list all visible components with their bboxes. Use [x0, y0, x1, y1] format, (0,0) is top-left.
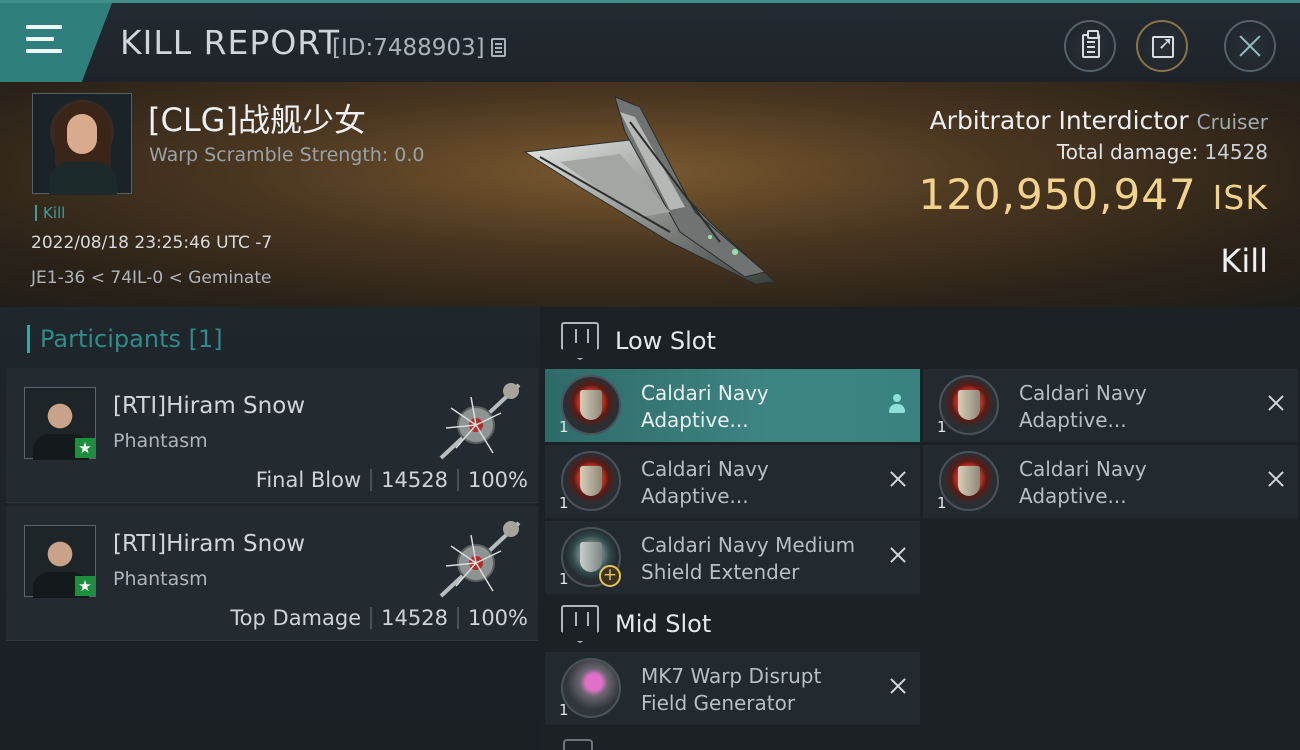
participant-percent: 100%	[467, 606, 528, 630]
star-icon: ★	[75, 438, 95, 458]
shield-hardener-icon	[561, 451, 621, 511]
module-item[interactable]: + 1 Caldari Navy Medium Shield Extender	[545, 521, 920, 594]
participant-name[interactable]: [RTI]Hiram Snow	[113, 531, 305, 557]
close-icon	[1226, 22, 1274, 70]
result-label: Kill	[1220, 242, 1268, 280]
warp-scramble-strength: Warp Scramble Strength: 0.0	[149, 144, 425, 166]
module-item[interactable]: 1 Caldari Navy Adaptive...	[545, 445, 920, 518]
participant-stats: Top Damage 14528 100%	[230, 606, 528, 630]
participant-ship: Phantasm	[113, 568, 208, 590]
destroyed-x-icon	[1266, 469, 1286, 489]
module-quantity: 1	[559, 701, 569, 719]
total-damage: Total damage: 14528	[1057, 140, 1268, 164]
participant-row[interactable]: ★ [RTI]Hiram Snow Phantasm Final Blow 14…	[6, 368, 538, 503]
destroyed-x-icon	[888, 469, 908, 489]
module-quantity: 1	[559, 570, 569, 588]
clipboard-button[interactable]	[1064, 20, 1116, 72]
module-item[interactable]: 1 Caldari Navy Adaptive...	[545, 369, 920, 442]
victim-name[interactable]: [CLG]战舰少女	[148, 95, 366, 141]
module-name: MK7 Warp Disrupt Field Generator	[641, 664, 822, 715]
fitting-panel: Low Slot 1 Caldari Navy Adaptive... 1 Cal…	[543, 307, 1300, 750]
participant-avatar[interactable]: ★	[24, 387, 96, 460]
module-item[interactable]: 1 Caldari Navy Adaptive...	[923, 445, 1298, 518]
module-item[interactable]: 1 MK7 Warp Disrupt Field Generator	[545, 652, 920, 725]
low-slot-icon	[561, 322, 599, 360]
destroyed-x-icon	[888, 676, 908, 696]
share-icon	[1152, 33, 1174, 58]
participant-avatar[interactable]: ★	[24, 525, 96, 598]
victim-ship-name[interactable]: Arbitrator Interdictor Cruiser	[930, 106, 1268, 135]
ship-class: Cruiser	[1196, 110, 1268, 134]
kill-location[interactable]: JE1-36 < 74IL-0 < Geminate	[31, 268, 271, 288]
participant-percent: 100%	[467, 468, 528, 492]
page-title: KILL REPORT	[120, 23, 340, 62]
participant-damage: 14528	[381, 468, 448, 492]
module-name: Caldari Navy Adaptive...	[1019, 457, 1147, 508]
module-quantity: 1	[559, 418, 569, 436]
victim-banner: [CLG]战舰少女 Warp Scramble Strength: 0.0 Ki…	[0, 82, 1300, 307]
share-button[interactable]	[1136, 20, 1188, 72]
warp-disruptor-icon	[561, 658, 621, 718]
module-name: Caldari Navy Adaptive...	[1019, 381, 1147, 432]
mid-slot-title: Mid Slot	[615, 610, 712, 638]
participant-ship-icon[interactable]	[431, 511, 526, 606]
module-name: Caldari Navy Medium Shield Extender	[641, 533, 856, 584]
participant-damage: 14528	[381, 606, 448, 630]
kill-datetime: 2022/08/18 23:25:46 UTC -7	[31, 233, 273, 253]
participants-panel: Participants [1] ★ [RTI]Hiram Snow Phant…	[0, 307, 540, 750]
module-name: Caldari Navy Adaptive...	[641, 381, 769, 432]
mid-slot-icon	[561, 605, 599, 643]
shield-extender-icon: +	[561, 527, 621, 587]
shield-hardener-icon	[561, 375, 621, 435]
kill-tag: Kill	[35, 205, 65, 221]
participant-role: Top Damage	[230, 606, 362, 630]
total-damage-label: Total damage:	[1056, 140, 1199, 164]
person-icon[interactable]	[888, 394, 906, 414]
isk-value: 120,950,947 ISK	[918, 170, 1268, 219]
mid-slot-header: Mid Slot	[543, 594, 920, 654]
destroyed-x-icon	[1266, 393, 1286, 413]
shield-hardener-icon	[939, 375, 999, 435]
shield-hardener-icon	[939, 451, 999, 511]
module-name: Caldari Navy Adaptive...	[641, 457, 769, 508]
ship-type-name: Arbitrator Interdictor	[929, 106, 1189, 135]
destroyed-x-icon	[888, 545, 908, 565]
close-button[interactable]	[1224, 20, 1276, 72]
copy-icon[interactable]	[491, 38, 506, 57]
hamburger-icon	[26, 25, 62, 55]
participant-role: Final Blow	[255, 468, 362, 492]
isk-unit: ISK	[1212, 178, 1268, 217]
title-bar: KILL REPORT [ID:7488903]	[0, 0, 1300, 85]
clipboard-icon	[1082, 30, 1100, 58]
module-quantity: 1	[937, 418, 947, 436]
participant-ship-icon[interactable]	[431, 373, 526, 468]
participant-ship: Phantasm	[113, 430, 208, 452]
participants-header: Participants [1]	[27, 325, 223, 353]
menu-button[interactable]	[0, 3, 112, 85]
low-slot-header: Low Slot	[543, 311, 920, 371]
module-quantity: 1	[937, 494, 947, 512]
victim-avatar[interactable]	[32, 93, 132, 195]
module-item[interactable]: 1 Caldari Navy Adaptive...	[923, 369, 1298, 442]
next-slot-icon	[563, 739, 593, 750]
star-icon: ★	[75, 576, 95, 596]
low-slot-title: Low Slot	[615, 327, 716, 355]
participant-row[interactable]: ★ [RTI]Hiram Snow Phantasm Top Damage 14…	[6, 506, 538, 641]
isk-amount: 120,950,947	[918, 170, 1197, 219]
module-quantity: 1	[559, 494, 569, 512]
participant-name[interactable]: [RTI]Hiram Snow	[113, 393, 305, 419]
victim-ship-render[interactable]	[520, 92, 780, 287]
plus-icon: +	[599, 565, 621, 587]
participant-stats: Final Blow 14528 100%	[256, 468, 528, 492]
report-id: [ID:7488903]	[332, 35, 485, 61]
total-damage-value: 14528	[1204, 140, 1268, 164]
